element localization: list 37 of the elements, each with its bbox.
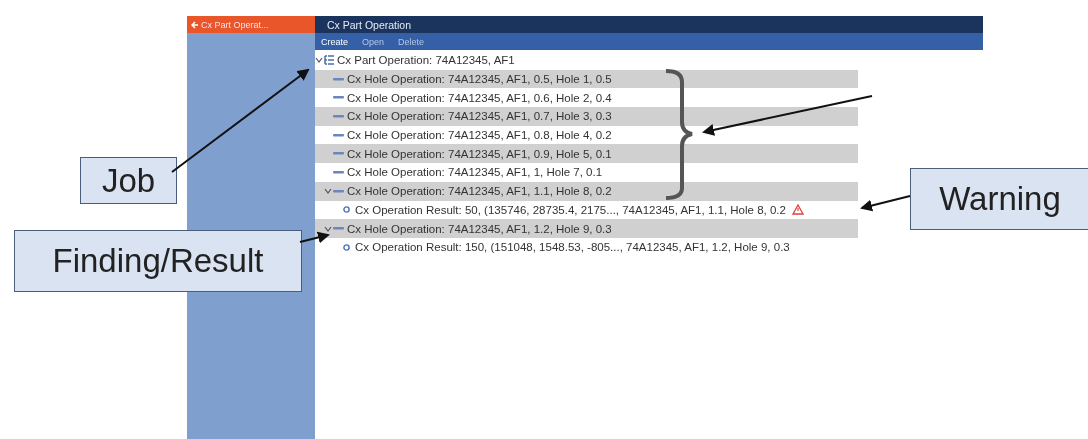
tree-item-label: Cx Hole Operation: 74A12345, AF1, 0.9, Hole 5, 0.1 [347, 147, 612, 160]
line-icon [333, 132, 344, 138]
tree-item-label: Cx Hole Operation: 74A12345, AF1, 1, Hole 7, 0.1 [347, 166, 603, 179]
callout-label: Finding/Result [14, 230, 302, 292]
chevron-icon[interactable] [324, 225, 332, 232]
tree-item-label: Cx Hole Operation: 74A12345, AF1, 0.6, Hole 2, 0.4 [347, 91, 612, 104]
tree-item-label: Cx Hole Operation: 74A12345, AF1, 1.2, Hole 9, 0.3 [347, 222, 612, 235]
line-icon [333, 113, 344, 119]
back-tab-label: Cx Part Operat... [201, 19, 269, 30]
circle-icon [343, 243, 350, 251]
tree-row[interactable]: Cx Hole Operation: 74A12345, AF1, 0.7, Hole 3, 0.3 [315, 107, 858, 126]
line-icon [333, 151, 344, 157]
tree-item-label: Cx Hole Operation: 74A12345, AF1, 0.7, Hole 3, 0.3 [347, 110, 612, 123]
chevron-icon[interactable] [315, 57, 323, 64]
callout-label: Job [80, 157, 177, 204]
chevron-icon[interactable] [324, 188, 332, 195]
line-icon [333, 169, 344, 175]
line-icon [333, 76, 344, 82]
arrow [860, 195, 911, 212]
tree-item-label: Cx Operation Result: 150, (151048, 1548.53, -805..., 74A12345, AF1, 1.2, Hole 9, 0.3 [355, 241, 790, 254]
tree-list-icon [324, 55, 334, 66]
toolbar-button[interactable]: Create [321, 36, 348, 47]
tree-row[interactable]: Cx Hole Operation: 74A12345, AF1, 0.9, Hole 5, 0.1 [315, 144, 858, 164]
tree-item-label: Cx Hole Operation: 74A12345, AF1, 0.5, Hole 1, 0.5 [347, 73, 612, 86]
tree-item-label: Cx Operation Result: 50, (135746, 28735.4, 2175..., 74A12345, AF1, 1.1, Hole 8, 0.2 [355, 203, 786, 216]
circle-icon [343, 206, 350, 214]
tree-item-label: Cx Hole Operation: 74A12345, AF1, 1.1, Hole 8, 0.2 [347, 185, 612, 198]
back-arrow-icon [191, 20, 199, 29]
line-icon [333, 95, 344, 101]
line-icon [333, 188, 344, 194]
window-title: Cx Part Operation [327, 18, 412, 31]
callout-label: Warning [910, 168, 1088, 230]
tree-item-label: Cx Hole Operation: 74A12345, AF1, 0.8, Hole 4, 0.2 [347, 129, 612, 142]
line-icon [333, 226, 344, 232]
tree-row[interactable]: Cx Hole Operation: 74A12345, AF1, 1.2, Hole 9, 0.3 [315, 219, 858, 238]
tree-item-label: Cx Part Operation: 74A12345, AF1 [337, 54, 515, 67]
arrow [299, 231, 330, 244]
